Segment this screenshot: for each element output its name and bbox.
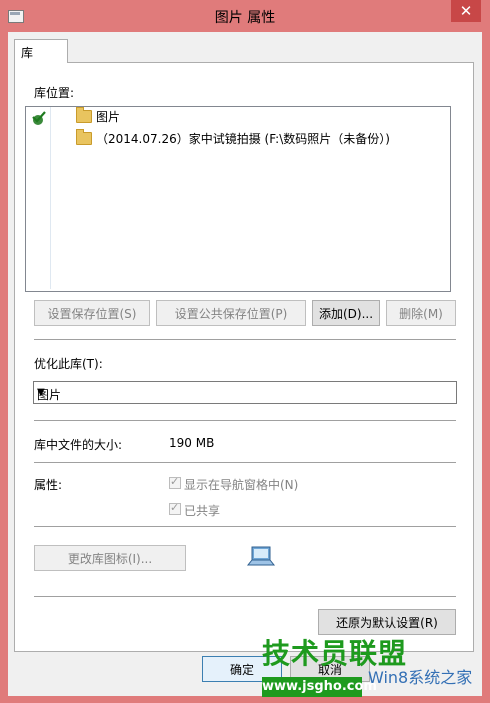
list-item[interactable]: 图片 — [76, 106, 121, 125]
separator — [34, 339, 456, 340]
show-in-nav-checkbox[interactable] — [169, 475, 181, 489]
attributes-label: 属性: — [34, 478, 63, 492]
set-save-location-button[interactable]: 设置保存位置(S) — [34, 300, 150, 326]
properties-window: 图片 属性 ✕ 库 库位置: 图片 （2014.07.26）家中试镜拍摄 (F:… — [0, 0, 490, 703]
separator — [34, 462, 456, 463]
chevron-down-icon: ▼ — [37, 387, 45, 398]
optimize-select[interactable]: 图片 ▼ — [33, 381, 457, 404]
tree-line — [50, 107, 51, 289]
watermark-url: www.jsgho.com — [262, 677, 377, 697]
tab-library[interactable]: 库 — [14, 39, 68, 63]
default-save-check-icon — [32, 111, 46, 125]
library-locations-list[interactable]: 图片 （2014.07.26）家中试镜拍摄 (F:\数码照片（未备份）) — [25, 106, 451, 292]
size-value: 190 MB — [169, 436, 215, 450]
shared-checkbox[interactable] — [169, 501, 181, 515]
separator — [34, 526, 456, 527]
watermark-brand: Win8系统之家 — [368, 668, 473, 687]
list-item-label: 图片 — [96, 109, 121, 124]
separator — [34, 596, 456, 597]
size-label: 库中文件的大小: — [34, 438, 123, 452]
library-icon — [246, 546, 276, 566]
separator — [34, 420, 456, 421]
optimize-label: 优化此库(T): — [34, 357, 103, 371]
remove-button[interactable]: 删除(M) — [386, 300, 456, 326]
window-title: 图片 属性 — [214, 10, 276, 26]
list-item-label: （2014.07.26）家中试镜拍摄 (F:\数码照片（未备份）) — [96, 131, 390, 146]
change-icon-button[interactable]: 更改库图标(I)... — [34, 545, 186, 571]
library-locations-label: 库位置: — [34, 86, 75, 100]
set-public-save-location-button[interactable]: 设置公共保存位置(P) — [156, 300, 306, 326]
show-in-nav-label: 显示在导航窗格中(N) — [184, 478, 299, 492]
folder-icon — [76, 128, 92, 145]
shared-label: 已共享 — [184, 504, 221, 518]
folder-icon — [76, 106, 92, 123]
add-button[interactable]: 添加(D)... — [312, 300, 380, 326]
tab-label: 库 — [21, 46, 34, 60]
close-button[interactable]: ✕ — [451, 0, 481, 22]
list-item[interactable]: （2014.07.26）家中试镜拍摄 (F:\数码照片（未备份）) — [76, 128, 390, 147]
title-bar[interactable]: 图片 属性 ✕ — [0, 0, 490, 32]
